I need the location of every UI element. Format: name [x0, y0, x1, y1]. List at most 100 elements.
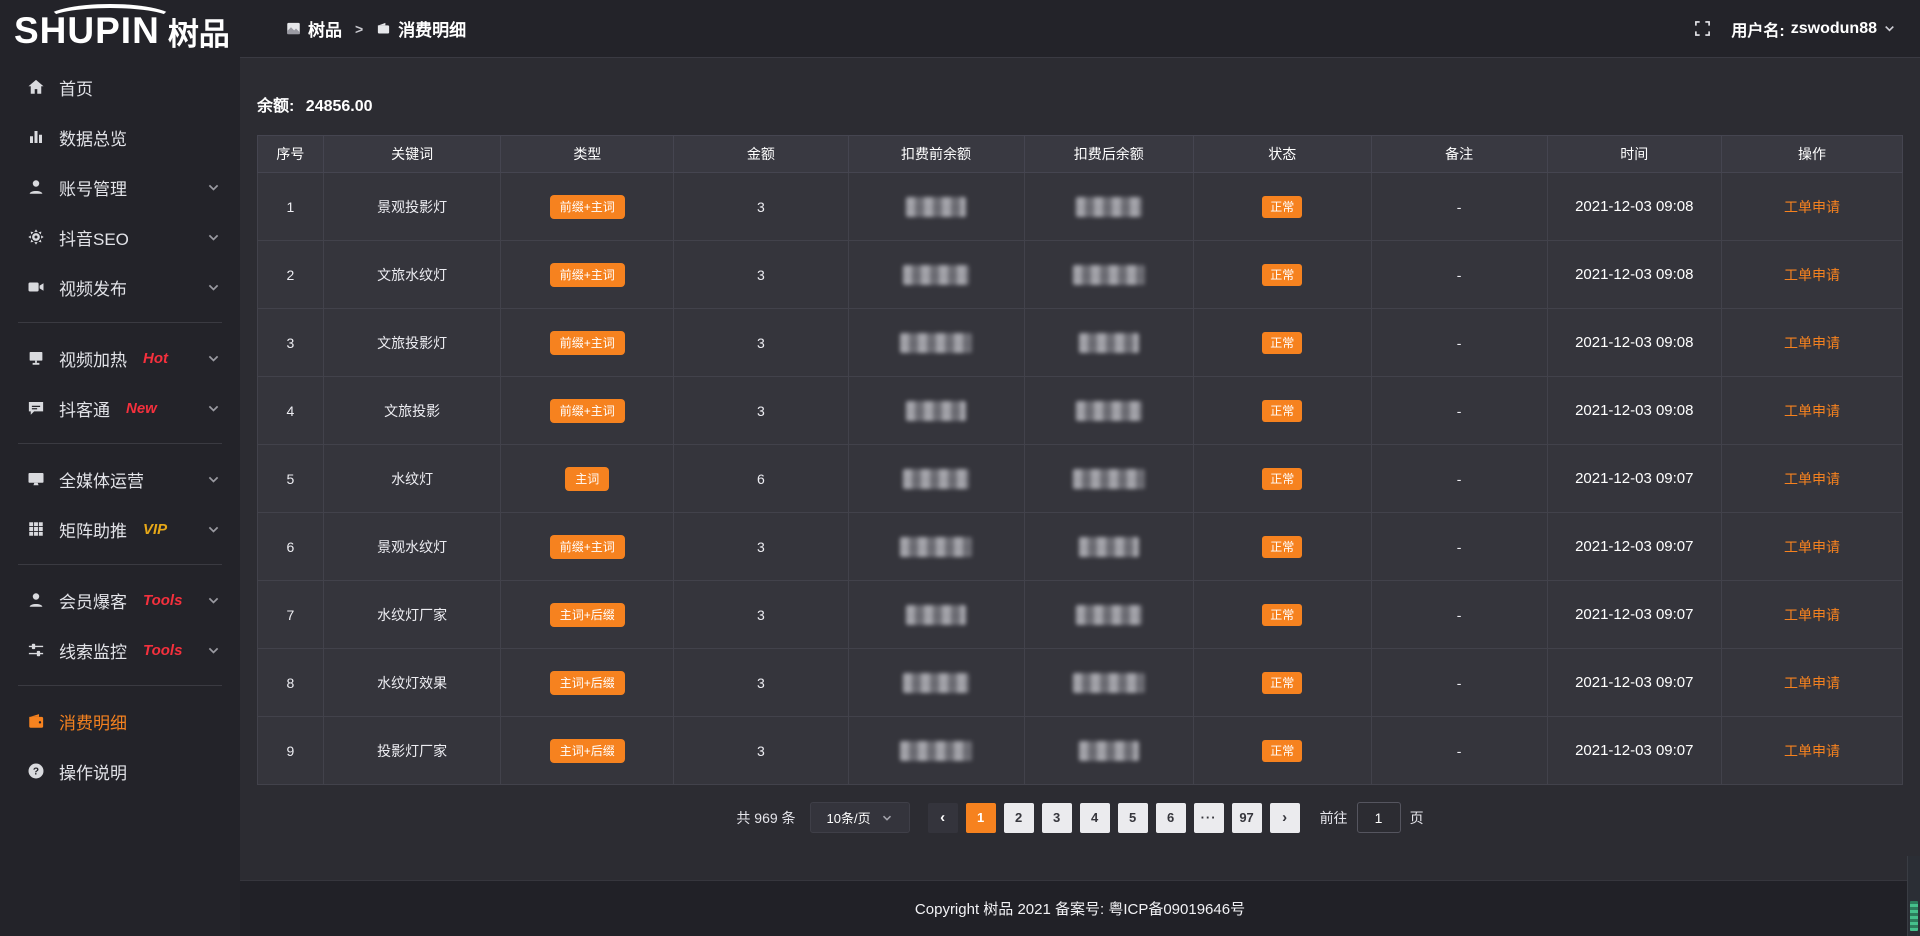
- scrollbar-thumb[interactable]: [1910, 901, 1918, 931]
- cell-time: 2021-12-03 09:07: [1547, 717, 1721, 785]
- cell-status: 正常: [1193, 717, 1371, 785]
- chevron-down-icon: [207, 181, 220, 194]
- cell-index: 3: [258, 309, 324, 377]
- next-page-button[interactable]: ›: [1270, 803, 1300, 833]
- cell-keyword: 投影灯厂家: [323, 717, 501, 785]
- sidebar-item-account-management[interactable]: 账号管理: [0, 162, 240, 212]
- sidebar-item-label: 全媒体运营: [59, 467, 144, 492]
- menu-divider: [18, 564, 222, 565]
- table-row: 7水纹灯厂家主词+后缀3正常-2021-12-03 09:07工单申请: [258, 581, 1903, 649]
- sidebar-item-consumption-detail[interactable]: 消费明细: [0, 696, 240, 746]
- sidebar-item-doukeTong[interactable]: 抖客通New: [0, 383, 240, 433]
- ticket-apply-link[interactable]: 工单申请: [1784, 539, 1840, 555]
- page-button-6[interactable]: 6: [1156, 803, 1186, 833]
- cell-balance-after: [1024, 717, 1193, 785]
- cell-amount: 3: [674, 513, 848, 581]
- page-button-97[interactable]: 97: [1232, 803, 1262, 833]
- menu-divider: [18, 685, 222, 686]
- sidebar-item-operation-guide[interactable]: ?操作说明: [0, 746, 240, 796]
- scrollbar-track[interactable]: [1907, 856, 1920, 936]
- page-button-5[interactable]: 5: [1118, 803, 1148, 833]
- cell-type: 主词: [501, 445, 674, 513]
- cell-status: 正常: [1193, 649, 1371, 717]
- cell-index: 2: [258, 241, 324, 309]
- breadcrumb-item-home[interactable]: 树品: [286, 16, 342, 41]
- cell-remark: -: [1371, 377, 1547, 445]
- cell-action: 工单申请: [1721, 173, 1902, 241]
- table-header-row: 序号关键词类型金额扣费前余额扣费后余额状态备注时间操作: [258, 136, 1903, 173]
- breadcrumb-separator: >: [355, 21, 363, 37]
- page-button-3[interactable]: 3: [1042, 803, 1072, 833]
- cell-amount: 3: [674, 649, 848, 717]
- cell-status: 正常: [1193, 513, 1371, 581]
- breadcrumb-label: 消费明细: [398, 16, 466, 41]
- fullscreen-icon[interactable]: [1694, 20, 1711, 37]
- sidebar-item-video-heat[interactable]: 视频加热Hot: [0, 333, 240, 383]
- cell-balance-before: [848, 173, 1024, 241]
- cell-type: 主词+后缀: [501, 581, 674, 649]
- page-size-select[interactable]: 10条/页: [810, 802, 910, 833]
- logo-text-cn: 树品: [168, 9, 230, 54]
- page-button-1[interactable]: 1: [966, 803, 996, 833]
- cell-time: 2021-12-03 09:07: [1547, 513, 1721, 581]
- goto-page-input[interactable]: [1357, 802, 1401, 833]
- chevron-down-icon: [207, 231, 220, 244]
- sidebar-item-member-burst[interactable]: 会员爆客Tools: [0, 575, 240, 625]
- status-badge: 正常: [1262, 468, 1302, 490]
- ticket-apply-link[interactable]: 工单申请: [1784, 607, 1840, 623]
- ticket-apply-link[interactable]: 工单申请: [1784, 403, 1840, 419]
- ticket-apply-link[interactable]: 工单申请: [1784, 335, 1840, 351]
- page-ellipsis-button[interactable]: ···: [1194, 803, 1224, 833]
- sidebar-item-video-publish[interactable]: 视频发布: [0, 262, 240, 312]
- column-header: 时间: [1547, 136, 1721, 173]
- footer: Copyright 树品 2021 备案号: 粤ICP备09019646号: [240, 880, 1920, 936]
- masked-value: [1076, 605, 1142, 625]
- sidebar-item-douyin-seo[interactable]: 抖音SEO: [0, 212, 240, 262]
- sidebar-item-data-overview[interactable]: 数据总览: [0, 112, 240, 162]
- member-icon: [26, 590, 46, 610]
- sidebar-item-label: 抖音SEO: [59, 225, 129, 250]
- breadcrumb-item-current[interactable]: 消费明细: [376, 16, 466, 41]
- cell-amount: 6: [674, 445, 848, 513]
- cell-balance-after: [1024, 377, 1193, 445]
- sidebar-item-label: 首页: [59, 75, 93, 100]
- ticket-apply-link[interactable]: 工单申请: [1784, 675, 1840, 691]
- sidebar-item-all-media-operation[interactable]: 全媒体运营: [0, 454, 240, 504]
- cell-keyword: 水纹灯厂家: [323, 581, 501, 649]
- column-header: 扣费前余额: [848, 136, 1024, 173]
- prev-page-button[interactable]: ‹: [928, 803, 958, 833]
- status-badge: 正常: [1262, 740, 1302, 762]
- cell-keyword: 景观水纹灯: [323, 513, 501, 581]
- masked-value: [1079, 333, 1139, 353]
- cell-keyword: 景观投影灯: [323, 173, 501, 241]
- masked-value: [903, 469, 969, 489]
- app-logo[interactable]: SHUPIN 树品: [0, 0, 240, 62]
- cell-balance-before: [848, 513, 1024, 581]
- cell-type: 主词+后缀: [501, 717, 674, 785]
- ticket-apply-link[interactable]: 工单申请: [1784, 743, 1840, 759]
- help-icon: ?: [26, 761, 46, 781]
- cell-amount: 3: [674, 173, 848, 241]
- cell-keyword: 文旅水纹灯: [323, 241, 501, 309]
- ticket-apply-link[interactable]: 工单申请: [1784, 267, 1840, 283]
- username-label: 用户名:: [1731, 17, 1784, 41]
- cell-remark: -: [1371, 445, 1547, 513]
- sidebar-item-clue-monitor[interactable]: 线索监控Tools: [0, 625, 240, 675]
- cell-remark: -: [1371, 649, 1547, 717]
- cell-keyword: 文旅投影: [323, 377, 501, 445]
- page-button-2[interactable]: 2: [1004, 803, 1034, 833]
- sidebar-item-label: 矩阵助推: [59, 517, 127, 542]
- sidebar-item-matrix-boost[interactable]: 矩阵助推VIP: [0, 504, 240, 554]
- status-badge: 正常: [1262, 536, 1302, 558]
- cell-index: 1: [258, 173, 324, 241]
- ticket-apply-link[interactable]: 工单申请: [1784, 199, 1840, 215]
- user-menu[interactable]: 用户名: zswodun88: [1731, 17, 1896, 41]
- grid-icon: [26, 519, 46, 539]
- page-button-4[interactable]: 4: [1080, 803, 1110, 833]
- cell-remark: -: [1371, 513, 1547, 581]
- ticket-apply-link[interactable]: 工单申请: [1784, 471, 1840, 487]
- column-header: 状态: [1193, 136, 1371, 173]
- cell-keyword: 文旅投影灯: [323, 309, 501, 377]
- cell-type: 前缀+主词: [501, 241, 674, 309]
- sidebar-item-home[interactable]: 首页: [0, 62, 240, 112]
